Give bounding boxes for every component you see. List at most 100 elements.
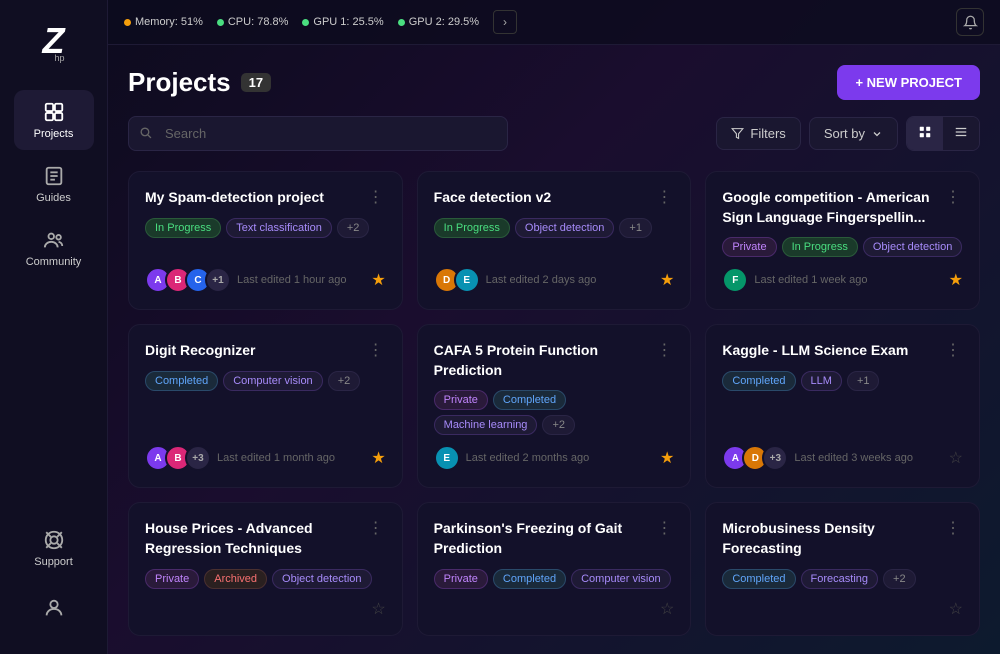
star-button[interactable]: ★ [371,448,385,468]
tag-completed: Completed [493,390,566,410]
tag-private: Private [434,569,488,589]
sortby-button[interactable]: Sort by [809,117,898,150]
card-header: Face detection v2⋮ [434,188,675,208]
card-menu-button[interactable]: ⋮ [366,519,386,539]
tag-machine-learning: Machine learning [434,415,538,435]
notification-button[interactable] [956,8,984,36]
star-button[interactable]: ☆ [949,599,963,619]
card-header: Parkinson's Freezing of Gait Prediction⋮ [434,519,675,558]
star-button[interactable]: ☆ [660,599,674,619]
avatar-count: +3 [185,445,211,471]
tag-in-progress: In Progress [145,218,221,238]
card-title: Face detection v2 [434,188,655,208]
sidebar-item-guides[interactable]: Guides [14,154,94,214]
star-button[interactable]: ★ [371,270,385,290]
card-header: Microbusiness Density Forecasting⋮ [722,519,963,558]
star-button[interactable]: ★ [949,270,963,290]
card-menu-button[interactable]: ⋮ [654,341,674,361]
project-card-p2[interactable]: Face detection v2⋮In ProgressObject dete… [417,171,692,310]
sidebar-item-projects[interactable]: Projects [14,90,94,150]
card-title: Kaggle - LLM Science Exam [722,341,943,361]
project-card-p6[interactable]: Kaggle - LLM Science Exam⋮CompletedLLM+1… [705,324,980,488]
page-title: Projects [128,67,231,98]
grid-view-button[interactable] [907,117,943,150]
tag-private: Private [434,390,488,410]
metric-cpu: CPU: 78.8% [217,16,289,28]
app-logo: Z hp [22,16,86,70]
sortby-label: Sort by [824,126,865,141]
card-tags: CompletedComputer vision+2 [145,371,386,391]
card-header: CAFA 5 Protein Function Prediction⋮ [434,341,675,380]
sidebar-item-community[interactable]: Community [14,218,94,278]
card-avatars: ABC+1 [145,267,231,293]
card-footer: ☆ [434,599,675,619]
tag-object-detection: Object detection [515,218,615,238]
project-card-p9[interactable]: Microbusiness Density Forecasting⋮Comple… [705,502,980,635]
search-icon [139,126,152,142]
gpu2-dot [398,19,405,26]
filter-buttons: Filters Sort by [716,116,980,151]
card-menu-button[interactable]: ⋮ [366,341,386,361]
star-button[interactable]: ☆ [949,448,963,468]
card-title: My Spam-detection project [145,188,366,208]
search-box [128,116,508,151]
card-menu-button[interactable]: ⋮ [943,519,963,539]
sidebar-item-account[interactable] [14,586,94,630]
search-input[interactable] [128,116,508,151]
card-avatars: E [434,445,460,471]
cpu-dot [217,19,224,26]
card-menu-button[interactable]: ⋮ [943,188,963,208]
card-avatars: AD+3 [722,445,788,471]
projects-count-badge: 17 [241,73,271,92]
avatar-count: +1 [205,267,231,293]
project-card-p3[interactable]: Google competition - American Sign Langu… [705,171,980,310]
memory-label: Memory: 51% [135,16,203,28]
tag-completed: Completed [493,569,566,589]
project-card-p4[interactable]: Digit Recognizer⋮ CompletedComputer visio… [128,324,403,488]
tag-text-classification: Text classification [226,218,332,238]
search-filter-row: Filters Sort by [128,116,980,151]
card-menu-button[interactable]: ⋮ [366,188,386,208]
list-view-button[interactable] [943,117,979,150]
card-menu-button[interactable]: ⋮ [654,519,674,539]
project-card-p7[interactable]: House Prices - Advanced Regression Techn… [128,502,403,635]
content-area: Projects 17 + NEW PROJECT [108,45,1000,654]
list-icon [954,125,968,139]
card-tags: In ProgressText classification+2 [145,218,386,238]
star-button[interactable]: ☆ [371,599,385,619]
card-tags: PrivateArchivedObject detection [145,569,386,589]
card-edit-time: Last edited 3 weeks ago [794,452,913,464]
gpu1-label: GPU 1: 25.5% [313,16,383,28]
star-button[interactable]: ★ [660,448,674,468]
card-header: Digit Recognizer⋮ [145,341,386,361]
projects-header: Projects 17 + NEW PROJECT [128,65,980,100]
card-edit-time: Last edited 2 days ago [486,274,597,286]
tag-llm: LLM [801,371,842,391]
card-avatars: F [722,267,748,293]
card-title: House Prices - Advanced Regression Techn… [145,519,366,558]
gpu1-dot [302,19,309,26]
logo-hp: hp [54,53,64,63]
tag-more: +2 [328,371,361,391]
filters-button[interactable]: Filters [716,117,800,150]
sidebar-item-projects-label: Projects [34,128,74,140]
tag-in-progress: In Progress [782,237,858,257]
card-header: My Spam-detection project⋮ [145,188,386,208]
metrics-arrow-button[interactable]: › [493,10,517,34]
project-card-p1[interactable]: My Spam-detection project⋮ In ProgressTex… [128,171,403,310]
avatar: E [454,267,480,293]
support-icon [42,528,66,552]
card-menu-button[interactable]: ⋮ [943,341,963,361]
new-project-button[interactable]: + NEW PROJECT [837,65,980,100]
gpu2-label: GPU 2: 29.5% [409,16,479,28]
avatar-count: +3 [762,445,788,471]
card-menu-button[interactable]: ⋮ [654,188,674,208]
project-card-p8[interactable]: Parkinson's Freezing of Gait Prediction⋮… [417,502,692,635]
card-footer: ELast edited 2 months ago★ [434,445,675,471]
projects-title-row: Projects 17 [128,67,271,98]
tag-private: Private [722,237,776,257]
sidebar-item-support[interactable]: Support [14,518,94,578]
star-button[interactable]: ★ [660,270,674,290]
card-edit-time: Last edited 1 week ago [754,274,867,286]
project-card-p5[interactable]: CAFA 5 Protein Function Prediction⋮ Priva… [417,324,692,488]
